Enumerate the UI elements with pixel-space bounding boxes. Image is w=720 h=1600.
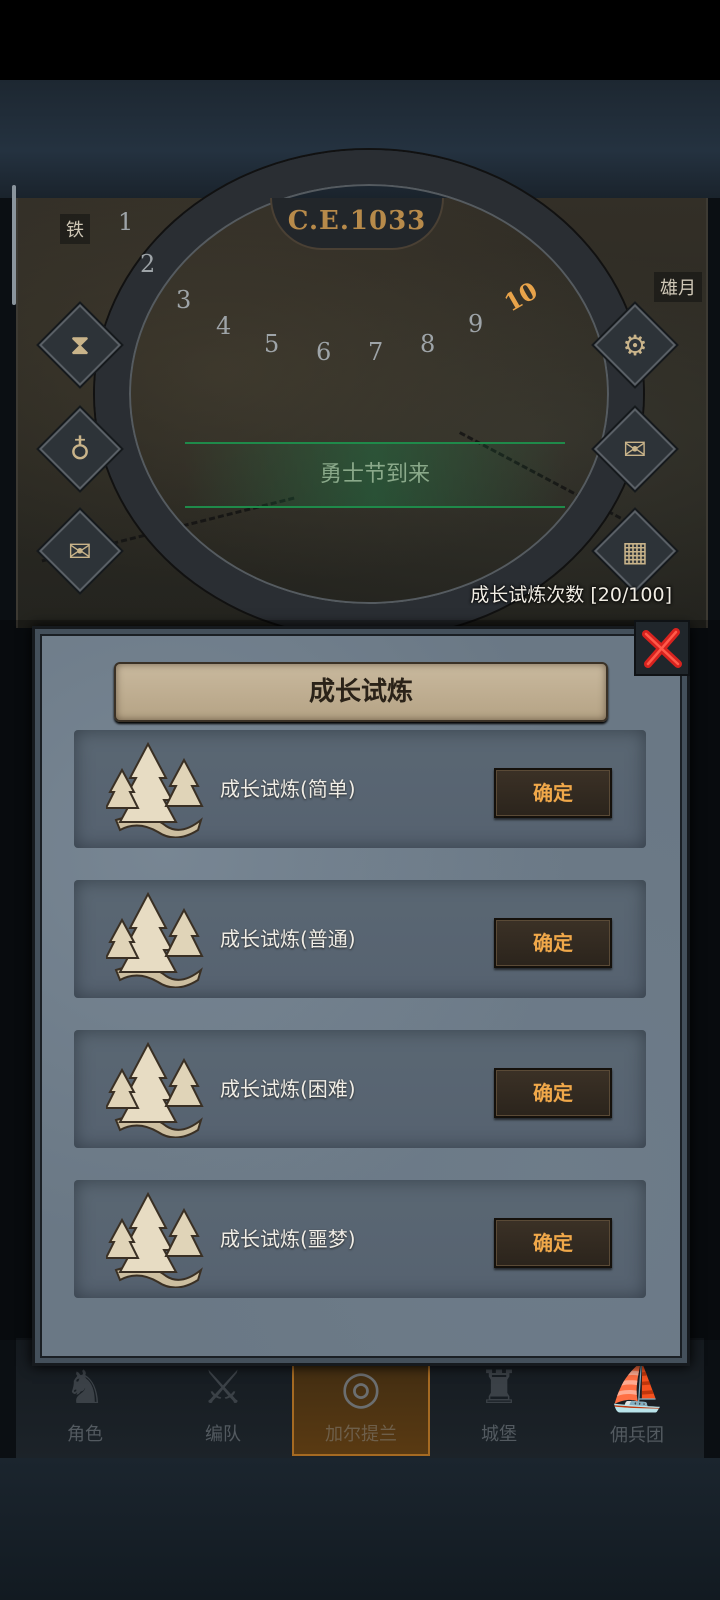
scroll-icon: ✉ xyxy=(68,534,92,568)
castle-icon: ♜ xyxy=(478,1360,520,1414)
bottom-band xyxy=(0,1458,720,1600)
dialog-title: 成长试炼 xyxy=(114,662,608,722)
nav-label: 城堡 xyxy=(481,1424,517,1445)
confirm-button[interactable]: 确定 xyxy=(494,918,612,968)
forest-icon xyxy=(106,1041,204,1138)
grid-icon: ▦ xyxy=(621,534,649,568)
trial-row-normal: 成长试炼(普通) 确定 xyxy=(74,880,646,998)
status-bar xyxy=(0,0,720,80)
ring-number: 3 xyxy=(176,286,192,314)
ring-number: 5 xyxy=(264,330,280,358)
trials-count: 成长试炼次数 [20/100] xyxy=(470,584,672,606)
close-icon xyxy=(642,628,682,668)
ring-number: 1 xyxy=(118,208,134,236)
ring-number: 9 xyxy=(468,310,484,338)
nav-label: 角色 xyxy=(67,1424,103,1445)
money-bag-icon: ♁ xyxy=(69,432,91,466)
forest-icon xyxy=(106,741,204,838)
mail-icon: ✉ xyxy=(623,432,647,466)
confirm-button[interactable]: 确定 xyxy=(494,1068,612,1118)
trial-label: 成长试炼(普通) xyxy=(220,927,356,951)
forest-icon xyxy=(106,891,204,988)
trial-row-hard: 成长试炼(困难) 确定 xyxy=(74,1030,646,1148)
forest-icon xyxy=(106,1191,204,1288)
map-region-label: 雄月 xyxy=(654,272,702,302)
trial-row-easy: 成长试炼(简单) 确定 xyxy=(74,730,646,848)
trial-row-nightmare: 成长试炼(噩梦) 确定 xyxy=(74,1180,646,1298)
nav-label: 加尔提兰 xyxy=(325,1424,397,1445)
ring-number: 8 xyxy=(420,330,436,358)
globe-icon: ◎ xyxy=(340,1360,382,1414)
ring-number: 4 xyxy=(216,312,232,340)
hourglass-icon: ⧗ xyxy=(70,328,90,361)
trial-label: 成长试炼(困难) xyxy=(220,1077,356,1101)
team-icon: ⚔ xyxy=(202,1360,244,1414)
confirm-button[interactable]: 确定 xyxy=(494,1218,612,1268)
event-banner: 勇士节到来 xyxy=(185,442,565,508)
nav-label: 编队 xyxy=(205,1424,241,1445)
ship-icon: ⛵ xyxy=(608,1360,666,1414)
trial-label: 成长试炼(简单) xyxy=(220,777,356,801)
map-region-label: 铁 xyxy=(60,214,90,244)
trial-label: 成长试炼(噩梦) xyxy=(220,1227,356,1251)
nav-label: 佣兵团 xyxy=(610,1425,664,1446)
confirm-button[interactable]: 确定 xyxy=(494,768,612,818)
ring-number: 7 xyxy=(368,338,384,366)
gear-icon: ⚙ xyxy=(622,328,648,362)
ring-number: 2 xyxy=(140,250,156,278)
year-label: C.E.1033 xyxy=(270,198,444,250)
ring-number: 6 xyxy=(316,338,332,366)
knight-icon: ♞ xyxy=(64,1360,106,1414)
close-button[interactable] xyxy=(634,620,690,676)
